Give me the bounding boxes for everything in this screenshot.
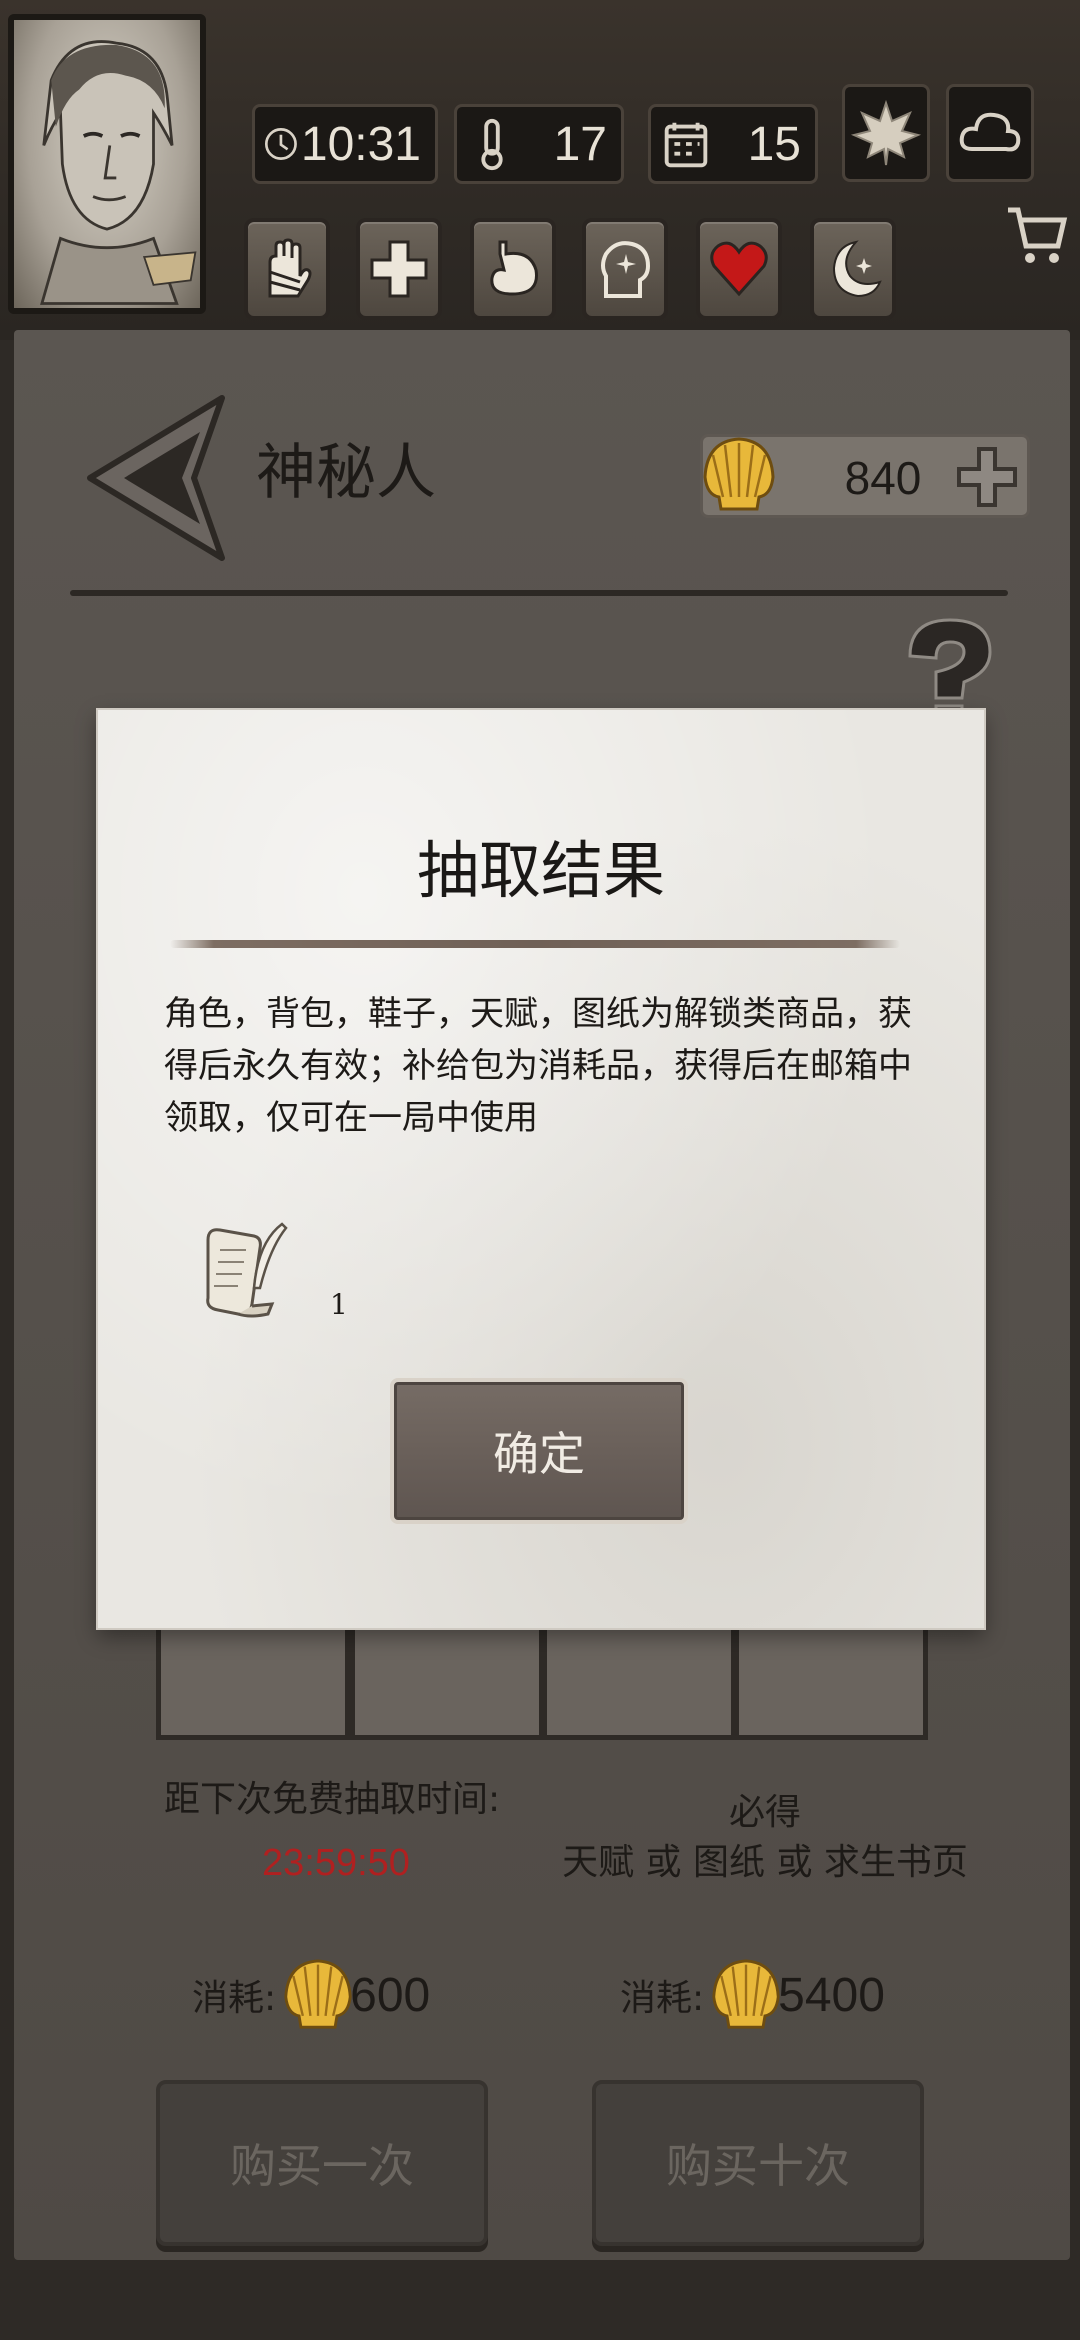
scroll-quill-icon[interactable] <box>198 1218 294 1326</box>
dialog-description: 角色，背包，鞋子，天赋，图纸为解锁类商品，获得后永久有效；补给包为消耗品，获得后… <box>164 994 912 1138</box>
dialog-divider <box>170 940 900 948</box>
dialog-title: 抽取结果 <box>416 834 665 907</box>
draw-result-dialog: 抽取结果 角色，背包，鞋子，天赋，图纸为解锁类商品，获得后永久有效；补给包为消耗… <box>98 710 984 1628</box>
confirm-button[interactable]: 确定 <box>390 1378 688 1524</box>
reward-count: 1 <box>330 1288 348 1321</box>
